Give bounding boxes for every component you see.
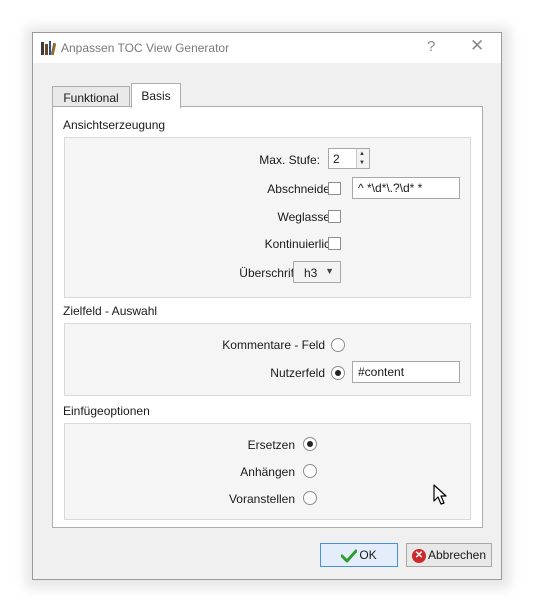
- groupbox-target-field: Kommentare - Feld Nutzerfeld #content: [64, 323, 471, 396]
- section-title-insert-options: Einfügeoptionen: [63, 404, 150, 418]
- comments-field-label: Kommentare - Feld: [222, 338, 325, 352]
- dialog-window: Anpassen TOC View Generator ? ✕ Funktion…: [32, 32, 502, 580]
- user-field-input[interactable]: #content: [352, 361, 460, 383]
- spin-up-icon[interactable]: ▲: [359, 151, 365, 157]
- replace-radio[interactable]: [303, 437, 317, 451]
- books-icon: [41, 41, 56, 56]
- max-level-value: 2: [333, 152, 340, 166]
- groupbox-view-generation: Max. Stufe: 2 ▲ ▼ Abschneiden: ^ *\d*\.?…: [64, 137, 471, 298]
- prepend-label: Voranstellen: [228, 492, 295, 506]
- window-title: Anpassen TOC View Generator: [61, 41, 230, 55]
- append-label: Anhängen: [240, 465, 295, 479]
- user-field-label: Nutzerfeld: [270, 366, 325, 380]
- prepend-radio[interactable]: [303, 491, 317, 505]
- append-radio[interactable]: [303, 464, 317, 478]
- tab-label: Basis: [141, 89, 171, 103]
- continuous-checkbox[interactable]: [328, 237, 341, 250]
- replace-label: Ersetzen: [247, 438, 295, 452]
- headings-dropdown[interactable]: h3 ▼: [293, 261, 341, 283]
- comments-field-radio[interactable]: [331, 338, 345, 352]
- mouse-pointer-icon: [433, 484, 447, 505]
- section-title-target-field: Zielfeld - Auswahl: [63, 304, 158, 318]
- chevron-down-icon: ▼: [325, 266, 334, 276]
- max-level-spinbox[interactable]: 2 ▲ ▼: [328, 148, 370, 169]
- section-title-view-generation: Ansichtserzeugung: [63, 118, 166, 132]
- spin-arrows[interactable]: ▲ ▼: [356, 149, 369, 168]
- truncate-checkbox[interactable]: [328, 182, 341, 195]
- ok-label: OK: [359, 548, 377, 562]
- cancel-icon: ✕: [411, 548, 426, 563]
- user-field-radio[interactable]: [331, 366, 345, 380]
- groupbox-insert-options: Ersetzen Anhängen Voranstellen: [64, 423, 471, 520]
- spin-down-icon[interactable]: ▼: [359, 160, 365, 166]
- max-level-label: Max. Stufe:: [259, 153, 320, 167]
- tab-funktional[interactable]: Funktional: [52, 86, 130, 107]
- checkmark-icon: [341, 549, 358, 563]
- help-button[interactable]: ?: [427, 38, 435, 55]
- tab-label: Funktional: [63, 91, 119, 105]
- cancel-label: Abbrechen: [427, 548, 487, 562]
- close-button[interactable]: ✕: [470, 36, 484, 56]
- tab-panel-basis: Ansichtserzeugung Max. Stufe: 2 ▲ ▼ Absc…: [52, 106, 483, 528]
- omit-checkbox[interactable]: [328, 210, 341, 223]
- cancel-button[interactable]: ✕ Abbrechen: [406, 543, 492, 567]
- headings-value: h3: [304, 266, 318, 280]
- ok-button[interactable]: OK: [320, 543, 398, 567]
- tab-basis[interactable]: Basis: [131, 83, 181, 108]
- title-bar: Anpassen TOC View Generator ? ✕: [33, 33, 501, 63]
- truncate-pattern-input[interactable]: ^ *\d*\.?\d* *: [352, 177, 460, 199]
